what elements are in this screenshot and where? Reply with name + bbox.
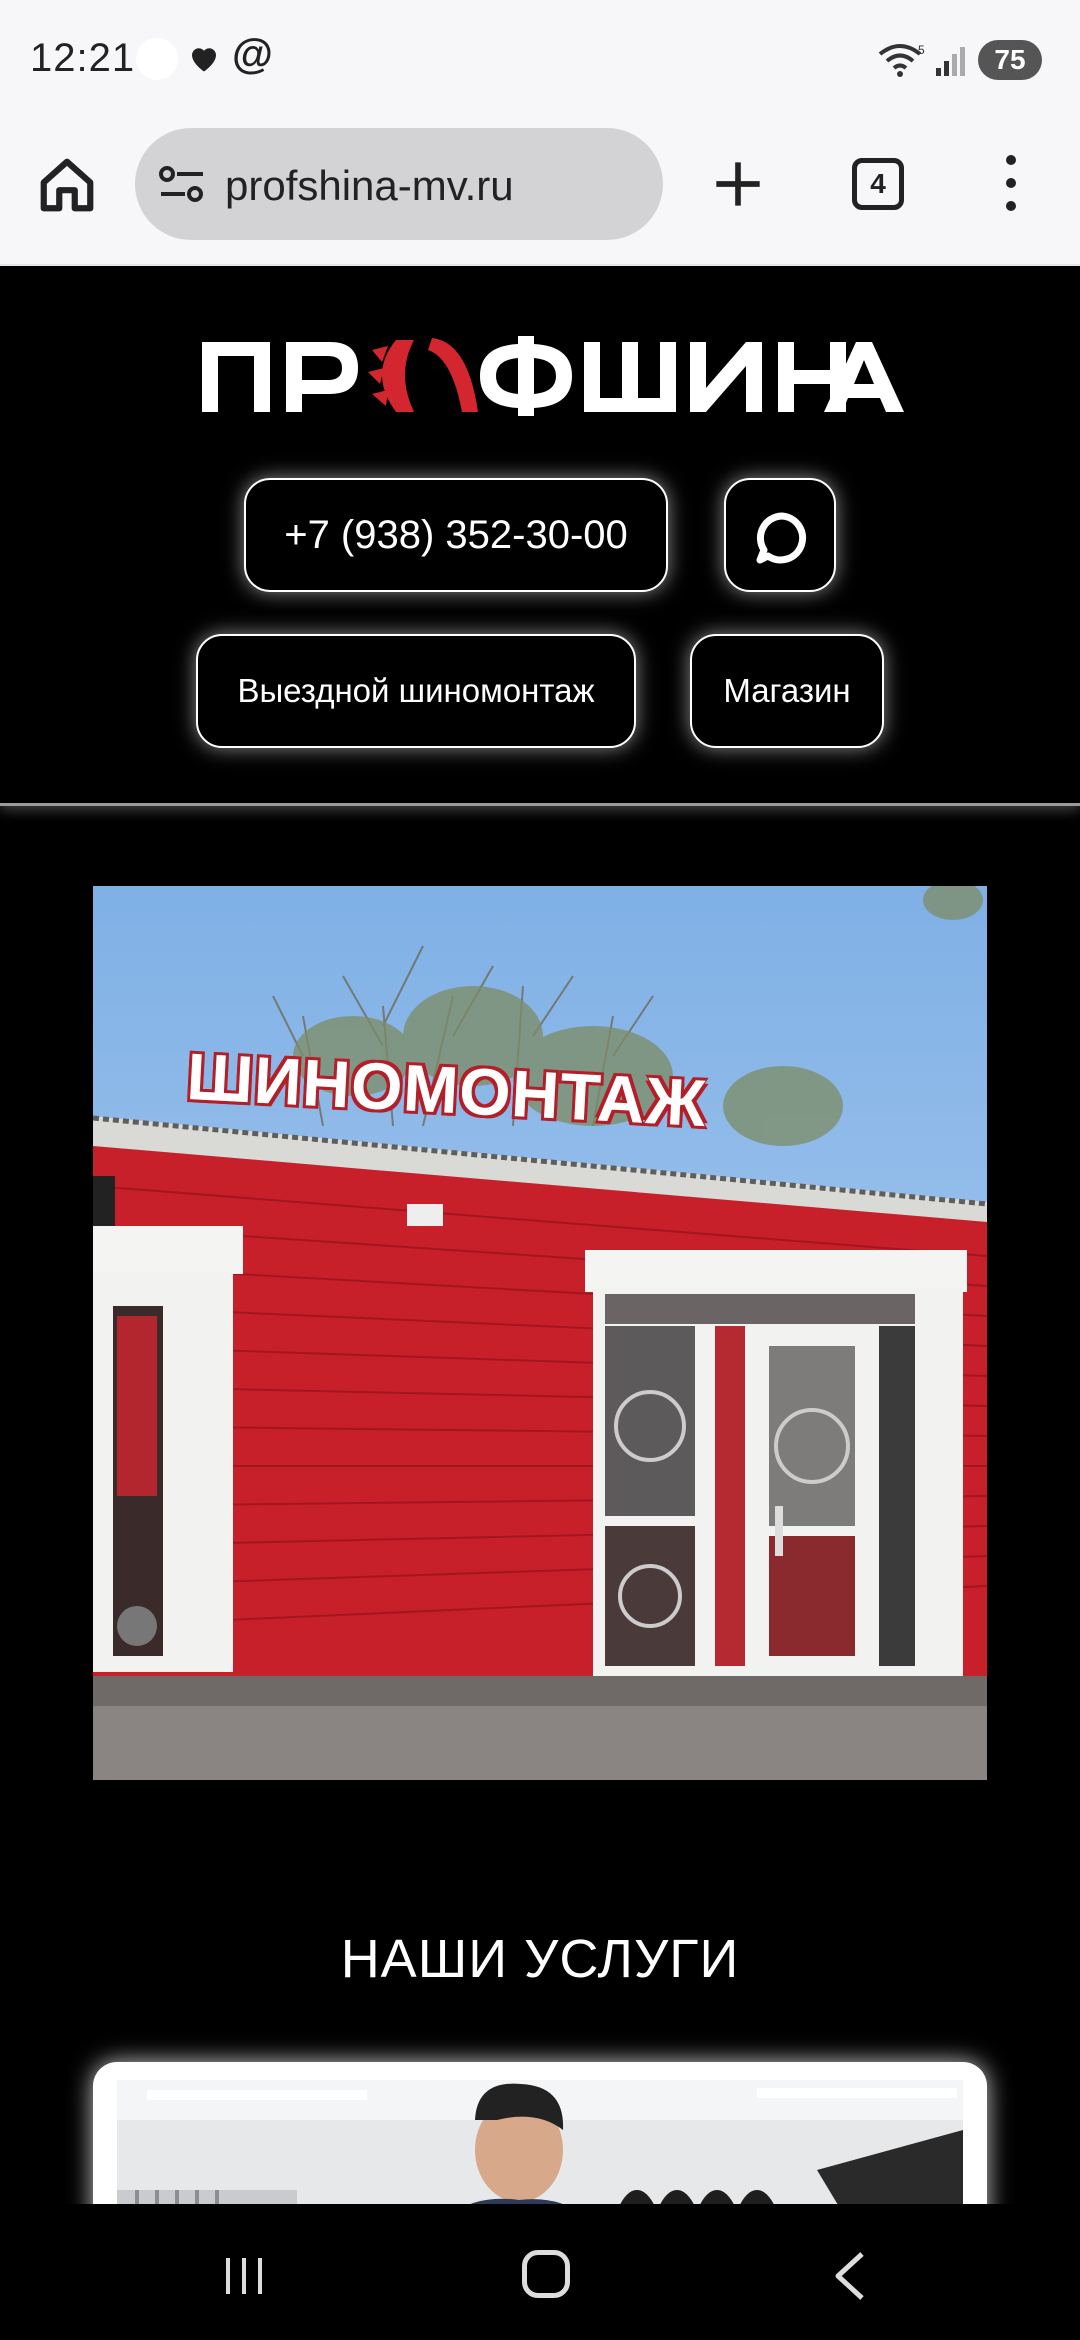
address-bar[interactable]: profshina-mv.ru bbox=[135, 128, 663, 240]
hero-photo: ШИНОМОНТАЖ bbox=[93, 886, 987, 1780]
more-menu-icon[interactable] bbox=[996, 152, 1026, 214]
heart-icon bbox=[192, 48, 216, 72]
status-time: 12:21 bbox=[30, 36, 136, 80]
svg-text:5: 5 bbox=[918, 43, 925, 57]
site-settings-icon[interactable] bbox=[157, 164, 207, 204]
home-nav-button[interactable] bbox=[522, 2250, 570, 2298]
url-text[interactable]: profshina-mv.ru bbox=[225, 162, 514, 210]
system-nav-bar bbox=[0, 2204, 1080, 2340]
shop-button[interactable]: Магазин bbox=[690, 634, 884, 748]
services-heading: НАШИ УСЛУГИ bbox=[340, 1929, 740, 1989]
mobile-tire-service-button[interactable]: Выездной шиномонтаж bbox=[196, 634, 636, 748]
chat-icon bbox=[756, 512, 807, 564]
notification-dot-icon bbox=[136, 38, 178, 80]
battery-indicator: 75 bbox=[978, 40, 1042, 80]
back-icon[interactable] bbox=[832, 2250, 868, 2302]
tire-logo-icon bbox=[368, 338, 478, 412]
site-header: +7 (938) 352-30-00 Выездной шиномонтаж М… bbox=[0, 266, 1080, 806]
at-sign-icon: @ bbox=[232, 30, 273, 77]
tab-switcher-button[interactable]: 4 bbox=[852, 158, 904, 210]
browser-toolbar: profshina-mv.ru 4 bbox=[0, 124, 1080, 266]
new-tab-icon[interactable] bbox=[712, 158, 764, 210]
phone-button[interactable]: +7 (938) 352-30-00 bbox=[244, 478, 668, 592]
status-bar: 12:21 @ 5 75 bbox=[0, 0, 1080, 124]
tire-shop-building-image bbox=[93, 886, 987, 1780]
wifi-icon: 5 bbox=[878, 43, 925, 77]
chat-button[interactable] bbox=[724, 478, 836, 592]
home-icon[interactable] bbox=[36, 154, 98, 216]
site-logo[interactable] bbox=[200, 332, 906, 416]
recent-apps-icon[interactable] bbox=[222, 2256, 266, 2296]
signal-icon bbox=[936, 47, 965, 76]
